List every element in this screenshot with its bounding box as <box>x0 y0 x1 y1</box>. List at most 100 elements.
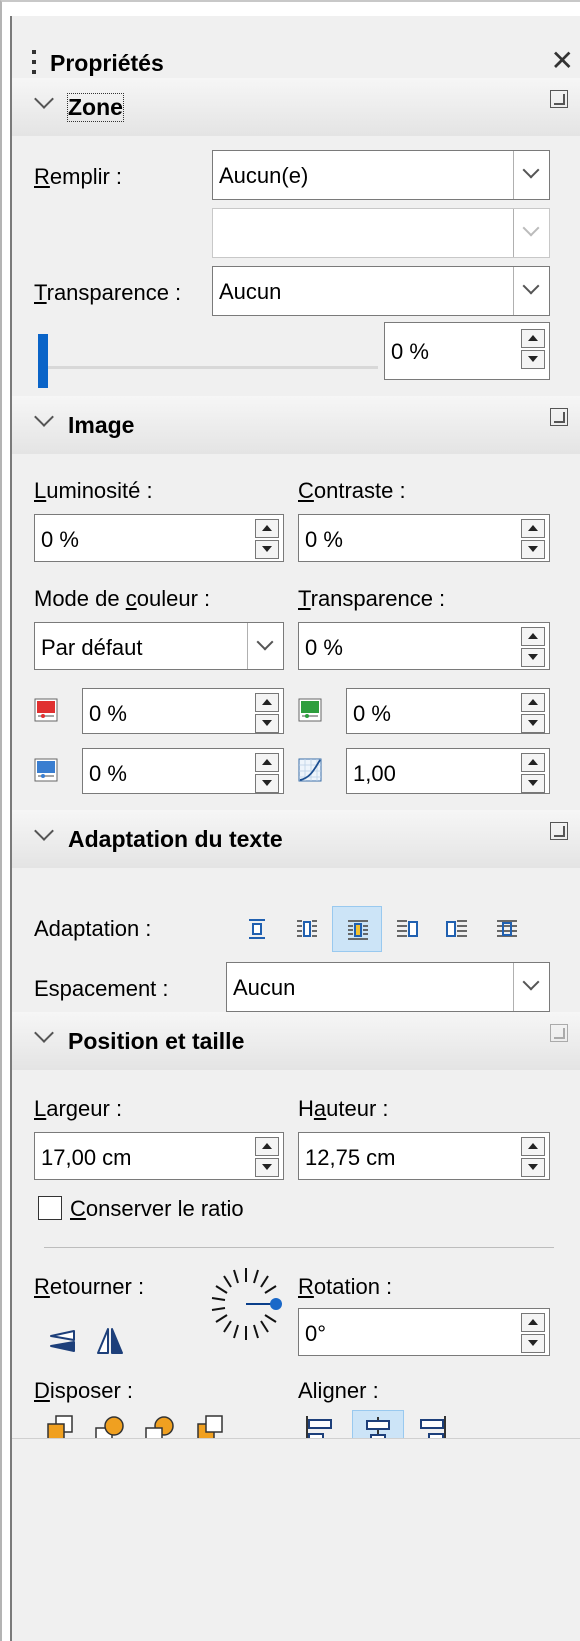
flip-vertical-icon[interactable] <box>48 1328 78 1354</box>
chevron-down-icon <box>34 92 56 114</box>
width-value: 17,00 cm <box>41 1145 132 1170</box>
arrange-label: Disposer : <box>34 1378 134 1403</box>
properties-panel: Propriétés ✕ Zone Remplir : Aucun(e) Tra… <box>10 16 580 1641</box>
flip-label: Retourner : <box>34 1274 145 1299</box>
red-field[interactable]: 0 % <box>82 688 284 734</box>
spin-buttons[interactable] <box>521 753 545 793</box>
color-mode-dropdown[interactable]: Par défaut <box>34 622 284 670</box>
drag-grip-icon[interactable] <box>32 50 36 78</box>
chevron-down-icon <box>247 623 283 669</box>
fill-value: Aucun(e) <box>219 163 309 188</box>
image-transparency-label: Transparence : <box>298 586 446 611</box>
image-transparency-field[interactable]: 0 % <box>298 622 550 670</box>
blue-channel-icon <box>34 758 58 782</box>
gamma-value: 1,00 <box>353 761 396 786</box>
chevron-down-icon <box>34 410 56 432</box>
wrap-through-icon <box>497 920 517 937</box>
spin-buttons[interactable] <box>521 1313 545 1353</box>
spin-buttons[interactable] <box>255 693 279 733</box>
wrap-left-icon <box>397 920 418 937</box>
close-icon[interactable]: ✕ <box>551 44 574 77</box>
chevron-down-icon <box>513 267 549 315</box>
section-title-zone: Zone <box>67 93 124 122</box>
spin-buttons[interactable] <box>521 329 545 369</box>
section-header-image[interactable]: Image <box>12 396 580 454</box>
spin-buttons[interactable] <box>255 1137 279 1177</box>
panel-empty-area <box>12 1438 580 1641</box>
transparency-slider-track[interactable] <box>38 366 378 369</box>
wrap-left-button[interactable] <box>382 906 432 952</box>
chevron-down-icon <box>513 209 549 257</box>
spin-buttons[interactable] <box>521 519 545 559</box>
adaptation-label: Adaptation : <box>34 916 152 941</box>
panel-title-bar: Propriétés ✕ <box>12 30 580 80</box>
color-mode-value: Par défaut <box>41 635 143 660</box>
chevron-down-icon <box>513 963 549 1011</box>
fill-label: Remplir : <box>34 164 123 189</box>
spin-buttons[interactable] <box>255 519 279 559</box>
rotation-label: Rotation : <box>298 1274 393 1299</box>
fill-dropdown[interactable]: Aucun(e) <box>212 150 550 200</box>
zone-transparency-percent-field[interactable]: 0 % <box>384 322 550 380</box>
more-options-icon <box>550 1024 568 1042</box>
spin-buttons[interactable] <box>521 693 545 733</box>
wrap-right-icon <box>446 920 467 937</box>
spacing-value: Aucun <box>233 975 296 1000</box>
gamma-icon <box>298 758 322 782</box>
flip-horizontal-icon[interactable] <box>96 1326 124 1356</box>
zone-transparency-label: Transparence : <box>34 280 182 305</box>
panel-title: Propriétés <box>50 50 164 76</box>
zone-transparency-dropdown[interactable]: Aucun <box>212 266 550 316</box>
section-header-position[interactable]: Position et taille <box>12 1012 580 1070</box>
more-options-icon[interactable] <box>550 408 568 426</box>
spacing-dropdown[interactable]: Aucun <box>226 962 550 1012</box>
wrap-optimal-button[interactable] <box>332 906 382 952</box>
height-field[interactable]: 12,75 cm <box>298 1132 550 1180</box>
fill-secondary-dropdown <box>212 208 550 258</box>
spin-buttons[interactable] <box>521 1137 545 1177</box>
green-channel-icon <box>298 698 322 722</box>
height-label: Hauteur : <box>298 1096 389 1121</box>
red-channel-icon <box>34 698 58 722</box>
more-options-icon[interactable] <box>550 90 568 108</box>
brightness-label: Luminosité : <box>34 478 153 503</box>
brightness-field[interactable]: 0 % <box>34 514 284 562</box>
color-mode-label: Mode de couleur : <box>34 586 211 611</box>
rotation-value: 0° <box>305 1321 327 1346</box>
brightness-value: 0 % <box>41 527 79 552</box>
divider <box>12 1438 580 1439</box>
transparency-slider-thumb[interactable] <box>38 334 48 388</box>
zone-transparency-percent-value: 0 % <box>391 339 429 364</box>
keep-ratio-label[interactable]: Conserver le ratio <box>70 1196 244 1222</box>
spin-buttons[interactable] <box>255 753 279 793</box>
wrap-off-icon <box>249 919 265 939</box>
section-header-wrap[interactable]: Adaptation du texte <box>12 810 580 868</box>
section-header-zone[interactable]: Zone <box>12 78 580 136</box>
contrast-label: Contraste : <box>298 478 406 503</box>
divider <box>44 1247 554 1248</box>
wrap-right-button[interactable] <box>432 906 482 952</box>
chevron-down-icon <box>34 1026 56 1048</box>
wrap-off-button[interactable] <box>232 906 282 952</box>
chevron-down-icon <box>513 151 549 199</box>
contrast-value: 0 % <box>305 527 343 552</box>
gamma-field[interactable]: 1,00 <box>346 748 550 794</box>
more-options-icon[interactable] <box>550 822 568 840</box>
width-field[interactable]: 17,00 cm <box>34 1132 284 1180</box>
blue-field[interactable]: 0 % <box>82 748 284 794</box>
green-field[interactable]: 0 % <box>346 688 550 734</box>
wrap-parallel-button[interactable] <box>282 906 332 952</box>
red-value: 0 % <box>89 701 127 726</box>
rotation-field[interactable]: 0° <box>298 1308 550 1356</box>
keep-ratio-checkbox[interactable] <box>38 1196 62 1220</box>
spin-buttons[interactable] <box>521 627 545 667</box>
spacing-label: Espacement : <box>34 976 169 1001</box>
align-label: Aligner : <box>298 1378 379 1403</box>
rotation-dial-icon[interactable] <box>206 1262 286 1346</box>
wrap-through-button[interactable] <box>482 906 532 952</box>
contrast-field[interactable]: 0 % <box>298 514 550 562</box>
blue-value: 0 % <box>89 761 127 786</box>
section-title-position: Position et taille <box>68 1028 245 1054</box>
width-label: Largeur : <box>34 1096 123 1121</box>
zone-transparency-value: Aucun <box>219 279 282 304</box>
